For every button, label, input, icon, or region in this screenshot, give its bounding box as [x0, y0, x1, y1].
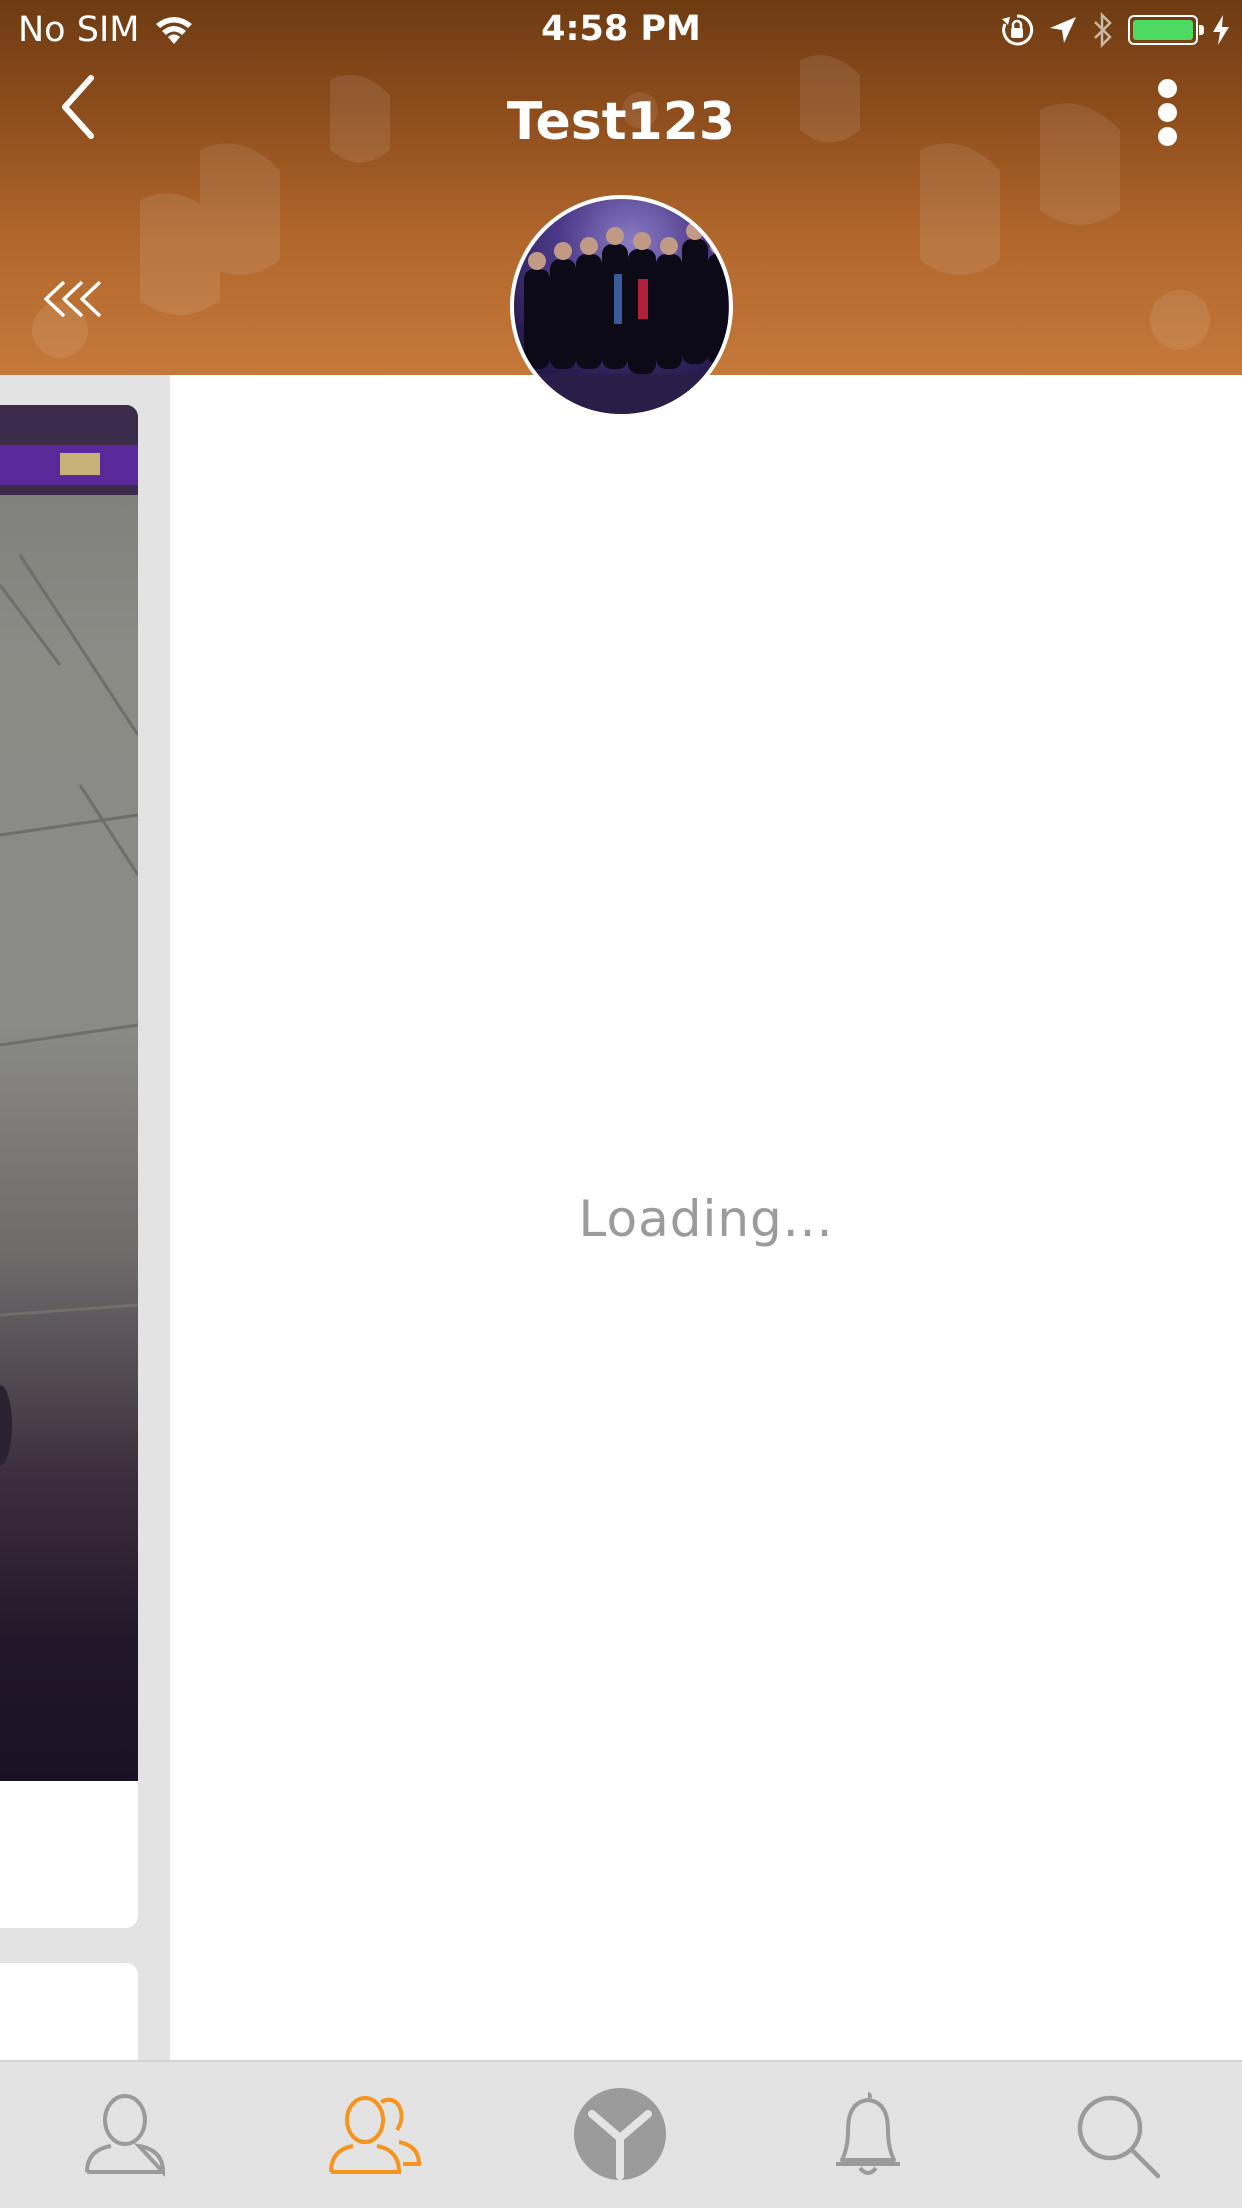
profile-icon[interactable]	[75, 2084, 175, 2184]
dot	[1158, 103, 1177, 122]
feed-card-next[interactable]	[0, 1963, 138, 2060]
photo-content	[0, 405, 138, 1465]
battery-fill	[1133, 20, 1193, 40]
group-photo	[514, 222, 729, 414]
location-icon	[1050, 17, 1076, 43]
feed-card-footer	[0, 1781, 138, 1928]
battery-tip	[1199, 25, 1204, 35]
feed-card-photo[interactable]	[0, 405, 138, 1781]
dot	[1158, 79, 1177, 98]
loading-text: Loading...	[578, 1190, 834, 1248]
status-indicators	[1000, 12, 1230, 48]
battery-icon	[1128, 15, 1204, 45]
dot	[1158, 127, 1177, 146]
double-chevron-left-icon[interactable]	[42, 278, 112, 320]
logo-icon[interactable]	[570, 2084, 670, 2184]
status-bar: No SIM 4:58 PM	[0, 0, 1242, 60]
more-vertical-icon[interactable]	[1148, 75, 1188, 150]
friends-icon[interactable]	[323, 2084, 423, 2184]
search-icon[interactable]	[1066, 2084, 1166, 2184]
page-title: Test123	[506, 92, 736, 152]
charging-icon	[1213, 15, 1229, 45]
bell-icon[interactable]	[818, 2084, 918, 2184]
orientation-lock-icon	[1002, 14, 1034, 46]
bluetooth-icon	[1094, 12, 1112, 48]
group-photo-avatar[interactable]	[510, 195, 733, 418]
tab-bar	[0, 2060, 1242, 2208]
